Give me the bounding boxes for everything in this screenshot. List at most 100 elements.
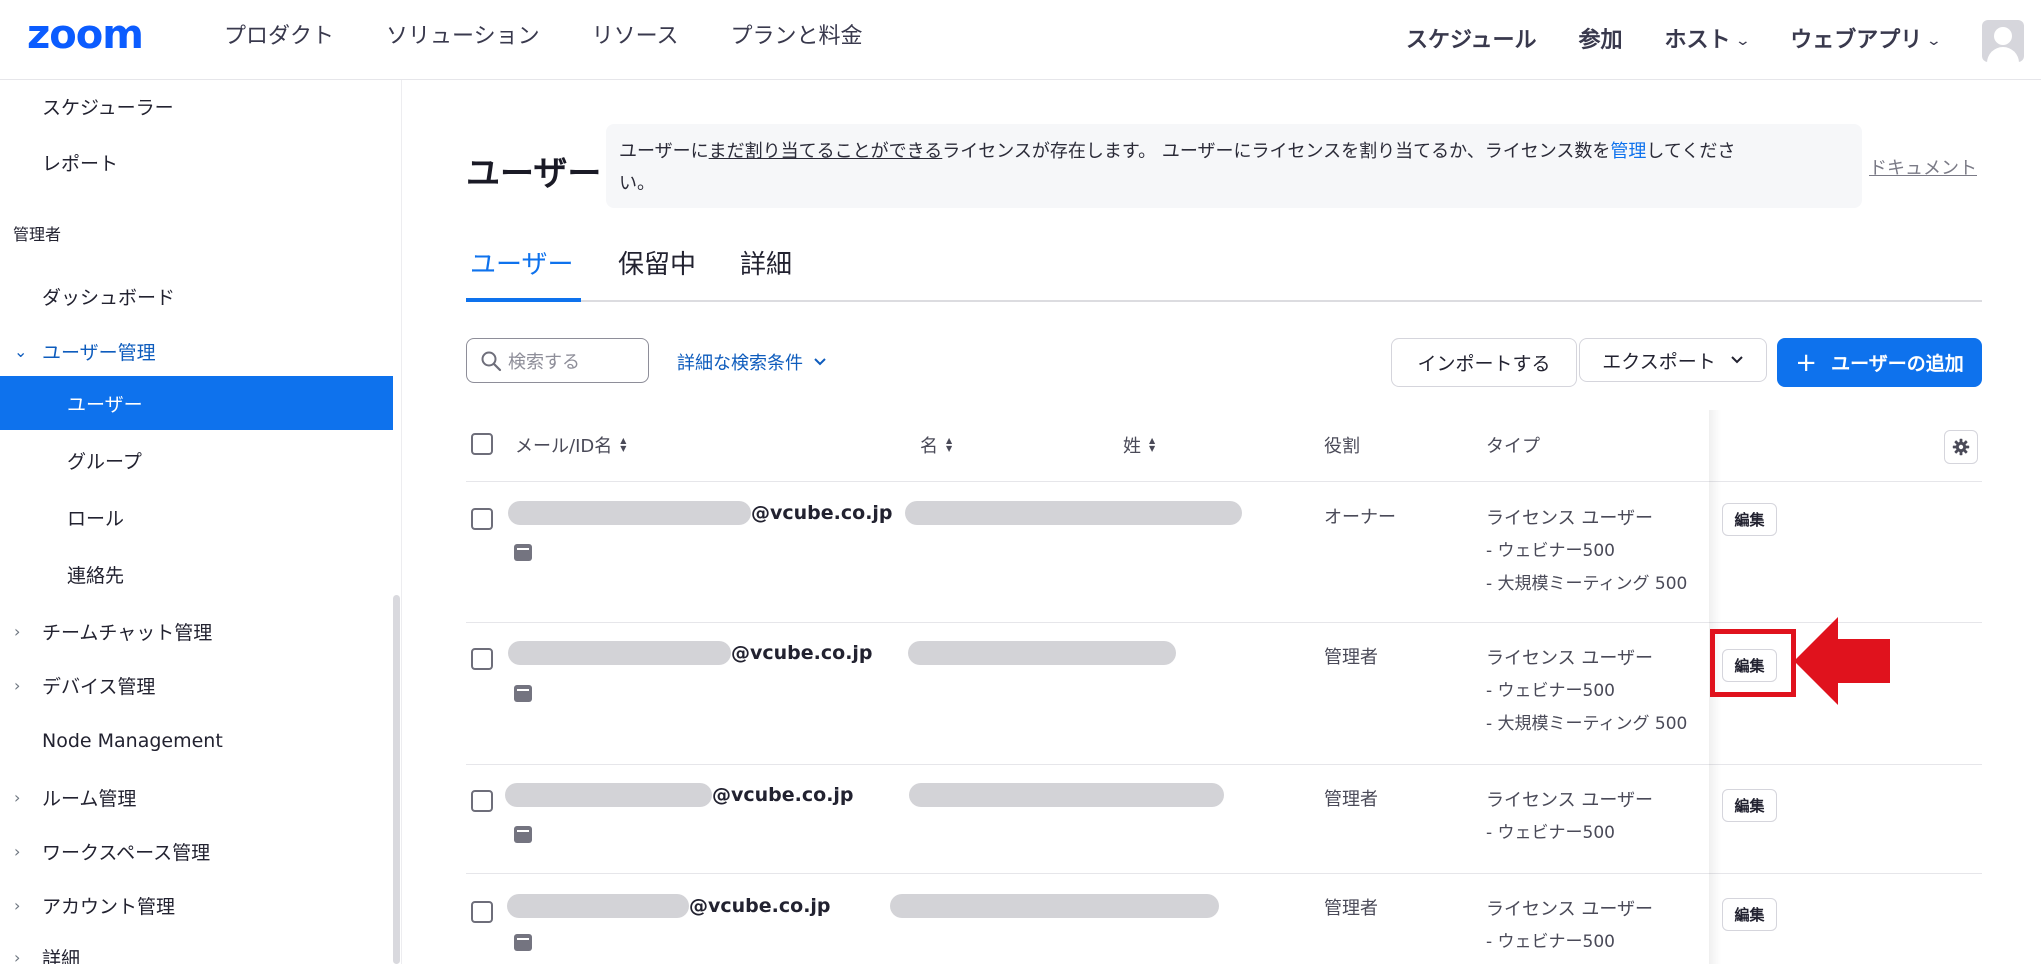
tab-advanced[interactable]: 詳細 [740,244,792,281]
redacted-name [909,783,1224,807]
search-input[interactable]: 検索する [466,338,649,383]
active-tab-indicator [466,298,581,302]
row-checkbox[interactable] [471,508,493,530]
search-icon [481,351,502,371]
sidebar-item-scheduler[interactable]: スケジューラー [0,86,393,126]
chevron-down-icon [1731,356,1743,364]
table-header: メール/ID名 ▲ ▼ 名 ▲ ▼ 姓 ▲ ▼ 役割 タイプ [466,410,1982,482]
search-placeholder: 検索する [508,351,580,373]
svg-text:zoom: zoom [27,14,143,54]
row-checkbox[interactable] [471,790,493,812]
table-row[interactable]: @vcube.co.jp 管理者 ライセンス ユーザー - ウェビナー500 編… [466,874,1982,964]
gear-icon [1952,438,1970,456]
zoom-logo[interactable]: zoom [27,14,177,54]
sidebar-item-workspaces[interactable]: › ワークスペース管理 [0,831,393,871]
notice-text: い。 [619,173,655,194]
account-menu: スケジュール 参加 ホスト ⌄ ウェブアプリ ⌄ [1364,20,2041,62]
notice-text: ライセンスが存在します。 ユーザーにライセンスを割り当てるか、ライセンス数を [942,141,1611,162]
sidebar-item-users[interactable]: ユーザー [0,376,393,430]
user-email[interactable]: @vcube.co.jp [505,783,854,807]
column-header-email[interactable]: メール/ID名 ▲ ▼ [515,432,626,458]
sidebar-item-advanced[interactable]: › 詳細 [0,937,393,964]
redacted-name [890,894,1219,918]
column-header-first-name[interactable]: 名 ▲ ▼ [920,432,952,458]
nav-schedule-label: スケジュール [1406,28,1537,53]
import-button[interactable]: インポートする [1391,338,1577,387]
sidebar-item-team-chat[interactable]: › チームチャット管理 [0,611,393,651]
advanced-search-toggle[interactable]: 詳細な検索条件 [677,349,827,375]
nav-schedule[interactable]: スケジュール [1406,24,1536,58]
chevron-right-icon: › [14,621,21,641]
sidebar-item-rooms[interactable]: › ルーム管理 [0,777,393,817]
user-type: ライセンス ユーザー - ウェビナー500 - 大規模ミーティング 500 [1486,643,1687,741]
sidebar-item-label: アカウント管理 [42,895,176,918]
select-all-checkbox[interactable] [471,433,493,455]
sidebar-item-node-management[interactable]: Node Management [0,721,393,761]
license-type: ライセンス ユーザー [1486,648,1654,669]
sidebar-item-label: スケジューラー [42,96,174,119]
email-domain: @vcube.co.jp [731,642,873,664]
edit-button[interactable]: 編集 [1722,898,1777,931]
edit-button[interactable]: 編集 [1722,789,1777,822]
column-header-last-name[interactable]: 姓 ▲ ▼ [1123,432,1155,458]
nav-pricing[interactable]: プランと料金 [730,22,862,52]
chevron-down-icon: ⌄ [1734,33,1751,49]
user-role: 管理者 [1324,789,1378,810]
sidebar-item-contacts[interactable]: 連絡先 [0,554,393,594]
sort-icon: ▲ ▼ [1149,436,1156,453]
sidebar-item-dashboard[interactable]: ダッシュボード [0,276,393,316]
mail-icon [514,685,532,702]
nav-solutions[interactable]: ソリューション [386,22,540,52]
chevron-down-icon: ⌄ [14,341,28,361]
avatar[interactable] [1982,20,2024,62]
notice-unassigned-link[interactable]: まだ割り当てることができる [709,141,943,162]
edit-button[interactable]: 編集 [1722,503,1777,536]
sidebar-item-account[interactable]: › アカウント管理 [0,885,393,925]
mail-icon [514,934,532,951]
nav-join-label: 参加 [1578,28,1623,53]
row-checkbox[interactable] [471,901,493,923]
nav-host-label: ホスト [1664,28,1731,53]
user-role: オーナー [1324,507,1396,528]
license-type: ライセンス ユーザー [1486,508,1654,529]
sidebar-item-roles[interactable]: ロール [0,497,393,537]
add-user-button[interactable]: + ユーザーの追加 [1777,338,1982,387]
sidebar-item-label: ルーム管理 [42,787,137,810]
redacted-email [507,894,689,918]
license-addon: - ウェビナー500 [1486,823,1615,843]
column-settings-button[interactable] [1944,430,1978,464]
top-navigation: zoom プロダクト ソリューション リソース プランと料金 スケジュール 参加… [0,0,2041,80]
tab-pending[interactable]: 保留中 [618,244,696,281]
table-row[interactable]: @vcube.co.jp オーナー ライセンス ユーザー - ウェビナー500 … [466,491,1982,623]
sidebar-item-devices[interactable]: › デバイス管理 [0,665,393,705]
import-label: インポートする [1417,353,1551,375]
redacted-name [908,641,1176,665]
license-addon: - 大規模ミーティング 500 [1486,574,1688,594]
chevron-right-icon: › [14,947,21,964]
nav-join[interactable]: 参加 [1578,24,1622,58]
nav-web-app-label: ウェブアプリ [1790,28,1923,53]
sidebar-item-reports[interactable]: レポート [0,142,393,182]
email-domain: @vcube.co.jp [689,895,831,917]
sidebar-item-label: 連絡先 [67,564,125,587]
user-email[interactable]: @vcube.co.jp [508,501,893,525]
nav-resources[interactable]: リソース [592,22,679,52]
sidebar-item-label: チームチャット管理 [42,621,213,644]
documentation-link[interactable]: ドキュメント [1869,154,1977,180]
user-email[interactable]: @vcube.co.jp [507,894,831,918]
notice-text: ユーザーに [619,141,709,162]
sidebar-item-groups[interactable]: グループ [0,440,393,480]
nav-products[interactable]: プロダクト [224,22,334,52]
tab-users[interactable]: ユーザー [470,244,573,281]
row-checkbox[interactable] [471,648,493,670]
mail-icon [514,826,532,843]
table-row[interactable]: @vcube.co.jp 管理者 ライセンス ユーザー - ウェビナー500 編… [466,765,1982,874]
notice-manage-link[interactable]: 管理 [1610,141,1646,162]
nav-host[interactable]: ホスト ⌄ [1664,24,1751,58]
nav-web-app[interactable]: ウェブアプリ ⌄ [1790,24,1942,58]
user-email[interactable]: @vcube.co.jp [508,641,873,665]
email-domain: @vcube.co.jp [751,502,893,524]
export-button[interactable]: エクスポート [1579,338,1767,382]
sidebar-scrollbar[interactable] [393,595,400,964]
sidebar-item-user-management[interactable]: ⌄ ユーザー管理 [0,331,393,371]
